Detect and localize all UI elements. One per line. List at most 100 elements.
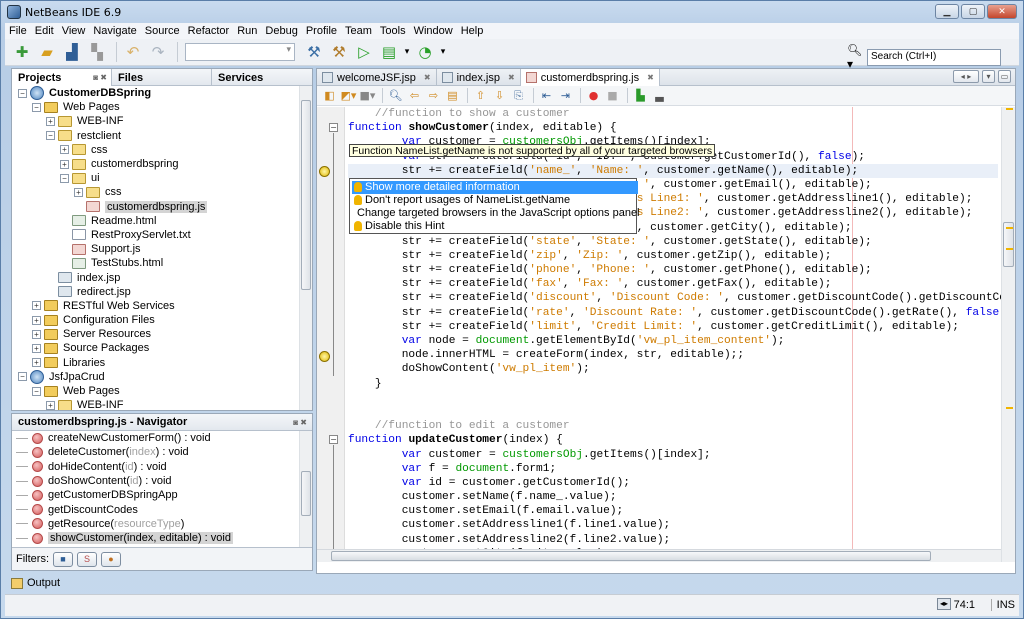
build-icon[interactable]: ⚒ bbox=[303, 41, 325, 63]
navigator-item[interactable]: getResource(resourceType) bbox=[16, 517, 312, 531]
menu-run[interactable]: Run bbox=[233, 25, 261, 37]
scrollbar-thumb[interactable] bbox=[331, 551, 931, 561]
insert-mode[interactable]: INS bbox=[990, 599, 1015, 611]
stop-macro-icon[interactable]: ■ bbox=[604, 88, 621, 104]
debug-dropdown-icon[interactable]: ▾ bbox=[403, 41, 411, 63]
editor-tab[interactable]: index.jsp ✖ bbox=[437, 69, 521, 86]
tab-services[interactable]: Services bbox=[212, 69, 312, 86]
find-icon[interactable]: 🔍︎ bbox=[387, 88, 404, 104]
tree-node[interactable]: + Server Resources bbox=[12, 327, 312, 341]
profile-dropdown-icon[interactable]: ▾ bbox=[439, 41, 447, 63]
shift-right-icon[interactable]: ⇥ bbox=[557, 88, 574, 104]
error-stripe-mark[interactable] bbox=[1006, 248, 1013, 250]
comment-icon[interactable]: ▙ bbox=[632, 88, 649, 104]
debug-icon[interactable]: ▤ bbox=[378, 41, 400, 63]
new-file-icon[interactable]: ✚ bbox=[11, 41, 33, 63]
expand-icon[interactable]: + bbox=[32, 358, 41, 368]
menu-team[interactable]: Team bbox=[341, 25, 376, 37]
fold-collapse-icon[interactable]: − bbox=[329, 435, 338, 444]
tree-node[interactable]: − CustomerDBSpring bbox=[12, 86, 312, 101]
editor-tab[interactable]: welcomeJSF.jsp ✖ bbox=[317, 69, 437, 86]
undo-icon[interactable]: ↶ bbox=[122, 41, 144, 63]
tree-node[interactable]: − Web Pages bbox=[12, 384, 312, 398]
minimize-pin-icon[interactable]: ◙ ✖ bbox=[93, 73, 107, 82]
navigator-item[interactable]: doShowContent(id) : void bbox=[16, 474, 312, 488]
new-project-icon[interactable]: ▰ bbox=[36, 41, 58, 63]
tree-node[interactable]: + WEB-INF bbox=[12, 114, 312, 128]
menu-view[interactable]: View bbox=[58, 25, 90, 37]
editor-tab[interactable]: customerdbspring.js ✖ bbox=[520, 69, 660, 86]
profile-icon[interactable]: ◔ bbox=[414, 41, 436, 63]
minimize-pin-icon[interactable]: ◙ ✖ bbox=[293, 418, 307, 427]
clean-build-icon[interactable]: ⚒ bbox=[328, 41, 350, 63]
expand-icon[interactable]: + bbox=[32, 329, 41, 339]
menu-file[interactable]: File bbox=[5, 25, 31, 37]
scrollbar-thumb[interactable] bbox=[301, 100, 311, 290]
expand-icon[interactable]: + bbox=[32, 343, 41, 353]
scroll-tabs-buttons[interactable]: ◂ ▸ bbox=[953, 70, 979, 83]
run-icon[interactable]: ▷ bbox=[353, 41, 375, 63]
menu-navigate[interactable]: Navigate bbox=[89, 25, 140, 37]
tree-node[interactable]: − JsfJpaCrud bbox=[12, 369, 312, 384]
configuration-combo[interactable] bbox=[185, 43, 295, 61]
maximize-editor-icon[interactable]: ▭ bbox=[998, 70, 1011, 83]
filter-fields-button[interactable]: ■ bbox=[53, 551, 73, 567]
close-tab-icon[interactable]: ✖ bbox=[647, 73, 654, 82]
filter-static-button[interactable]: S bbox=[77, 551, 97, 567]
expand-icon[interactable]: + bbox=[60, 145, 69, 155]
collapse-icon[interactable]: − bbox=[18, 372, 27, 382]
show-opened-documents-icon[interactable]: ▾ bbox=[982, 70, 995, 83]
uncomment-icon[interactable]: ▃ bbox=[651, 88, 668, 104]
forward-icon[interactable]: ■▾ bbox=[359, 88, 376, 104]
expand-icon[interactable]: + bbox=[32, 315, 41, 325]
tree-node[interactable]: Readme.html bbox=[12, 214, 312, 228]
expand-icon[interactable]: + bbox=[46, 116, 55, 126]
filter-nonpublic-button[interactable]: ● bbox=[101, 551, 121, 567]
expand-icon[interactable]: + bbox=[32, 301, 41, 311]
toggle-highlight-icon[interactable]: ▤ bbox=[444, 88, 461, 104]
menu-tools[interactable]: Tools bbox=[376, 25, 410, 37]
redo-icon[interactable]: ↷ bbox=[147, 41, 169, 63]
last-edit-icon[interactable]: ◧ bbox=[321, 88, 338, 104]
error-stripe-mark[interactable] bbox=[1006, 407, 1013, 409]
notifications-icon[interactable]: ◂▸ bbox=[937, 598, 951, 610]
tree-node[interactable]: TestStubs.html bbox=[12, 256, 312, 270]
tree-scrollbar[interactable] bbox=[299, 86, 312, 410]
toggle-bookmark-icon[interactable]: ⎘ bbox=[510, 88, 527, 104]
tree-node[interactable]: − restclient bbox=[12, 129, 312, 143]
search-icon[interactable]: 🔍︎▾ bbox=[847, 43, 867, 71]
tree-node[interactable]: Support.js bbox=[12, 242, 312, 256]
find-next-icon[interactable]: ⇨ bbox=[425, 88, 442, 104]
output-window-button[interactable]: Output bbox=[11, 574, 60, 592]
tree-node[interactable]: − ui bbox=[12, 171, 312, 185]
hint-bulb-icon[interactable] bbox=[319, 166, 330, 177]
menu-refactor[interactable]: Refactor bbox=[184, 25, 234, 37]
menu-window[interactable]: Window bbox=[410, 25, 457, 37]
open-project-icon[interactable]: ▟ bbox=[61, 41, 83, 63]
hint-bulb-icon[interactable] bbox=[319, 351, 330, 362]
code-area[interactable]: − − //function to show a customer functio… bbox=[317, 107, 1003, 562]
tree-node[interactable]: − Web Pages bbox=[12, 100, 312, 114]
tree-node[interactable]: + Configuration Files bbox=[12, 313, 312, 327]
navigator-item[interactable]: doHideContent(id) : void bbox=[16, 460, 312, 474]
tree-node[interactable]: + RESTful Web Services bbox=[12, 299, 312, 313]
collapse-icon[interactable]: − bbox=[32, 386, 41, 396]
minimize-button[interactable]: ▁ bbox=[935, 4, 959, 19]
tree-node[interactable]: redirect.jsp bbox=[12, 285, 312, 299]
tab-projects[interactable]: Projects ◙ ✖ bbox=[12, 69, 112, 86]
error-stripe-mark[interactable] bbox=[1006, 108, 1013, 110]
tree-node[interactable]: RestProxyServlet.txt bbox=[12, 228, 312, 242]
hint-option[interactable]: Show more detailed information bbox=[352, 181, 638, 194]
find-previous-icon[interactable]: ⇦ bbox=[406, 88, 423, 104]
tab-files[interactable]: Files bbox=[112, 69, 212, 86]
scrollbar-thumb[interactable] bbox=[301, 471, 311, 516]
menu-edit[interactable]: Edit bbox=[31, 25, 58, 37]
navigator-item[interactable]: showCustomer(index, editable) : void bbox=[16, 531, 312, 545]
close-button[interactable]: ✕ bbox=[987, 4, 1017, 19]
hint-option[interactable]: Disable this Hint bbox=[352, 219, 634, 232]
next-bookmark-icon[interactable]: ⇩ bbox=[491, 88, 508, 104]
previous-bookmark-icon[interactable]: ⇧ bbox=[472, 88, 489, 104]
close-tab-icon[interactable]: ✖ bbox=[508, 73, 515, 82]
navigator-item[interactable]: createNewCustomerForm() : void bbox=[16, 431, 312, 445]
tree-node[interactable]: + css bbox=[12, 143, 312, 157]
